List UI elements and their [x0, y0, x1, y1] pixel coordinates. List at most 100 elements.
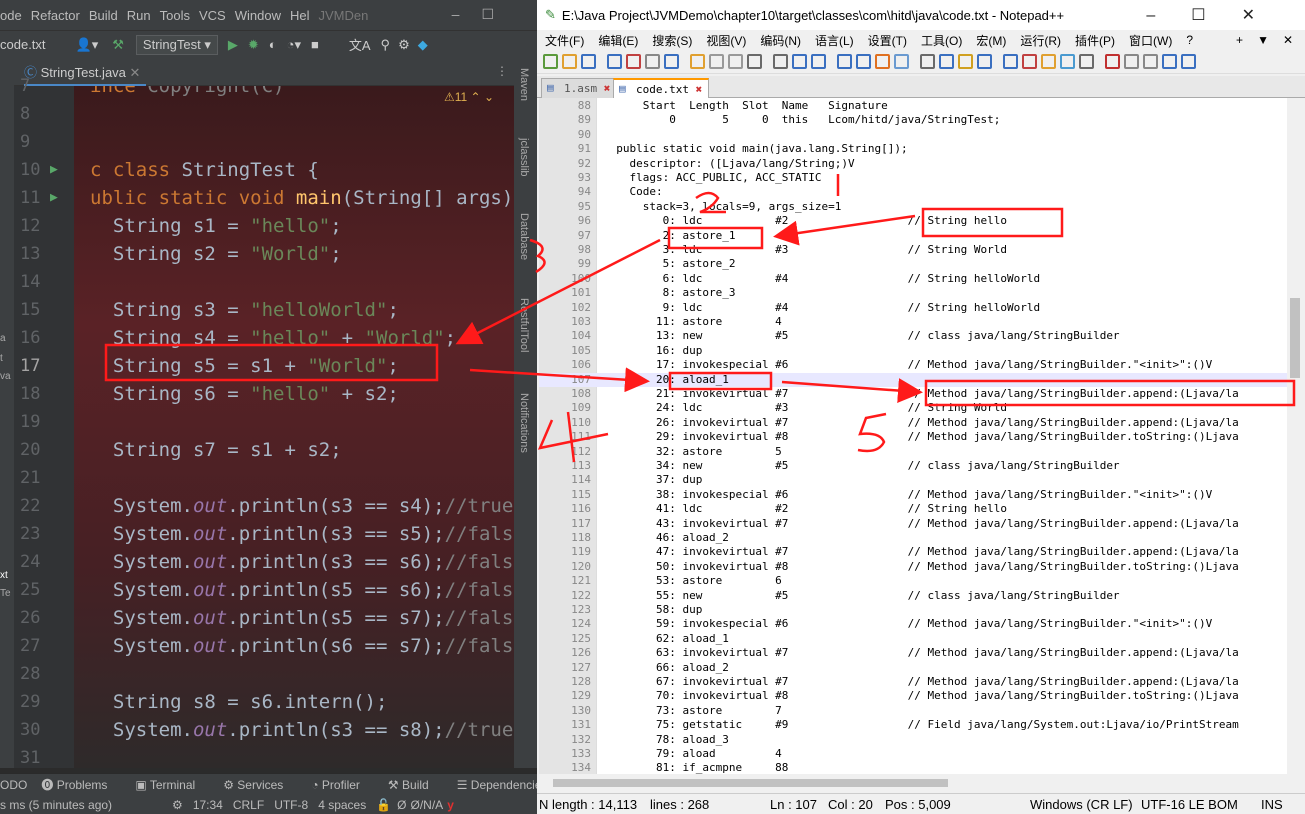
menu-refactor[interactable]: Refactor: [31, 8, 80, 23]
npp-toolbar-button-icon[interactable]: [792, 54, 807, 69]
tab-stringtest[interactable]: Ⓒ StringTest.java ✕: [24, 62, 147, 87]
profiler-tab[interactable]: ◔ Profiler: [311, 778, 374, 792]
npp-toolbar-button-icon[interactable]: [939, 54, 954, 69]
hammer-icon[interactable]: ⚒: [112, 37, 124, 53]
menu-build[interactable]: Build: [89, 8, 118, 23]
jclasslib-panel-tab[interactable]: jclasslib: [518, 138, 530, 177]
menu-vcs[interactable]: VCS: [199, 8, 226, 23]
npp-menu-settings[interactable]: 设置(T): [868, 32, 907, 49]
npp-toolbar-button-icon[interactable]: [856, 54, 871, 69]
npp-menu-search[interactable]: 搜索(S): [652, 32, 692, 49]
npp-toolbar-button-icon[interactable]: [837, 54, 852, 69]
scroll-thumb[interactable]: [553, 779, 948, 787]
profile-icon[interactable]: ◔▾: [287, 37, 301, 53]
indent-setting[interactable]: 4 spaces: [318, 798, 366, 812]
npp-dropdown-icon[interactable]: ▼: [1257, 33, 1269, 47]
dependencies-tab[interactable]: ☰ Dependencies: [457, 778, 537, 792]
npp-toolbar-button-icon[interactable]: [1124, 54, 1139, 69]
npp-toolbar-button-icon[interactable]: [977, 54, 992, 69]
menu-tools[interactable]: Tools: [160, 8, 190, 23]
npp-toolbar-button-icon[interactable]: [1079, 54, 1094, 69]
run-config-select[interactable]: StringTest ▾: [135, 34, 218, 55]
terminal-tab[interactable]: ▣ Terminal: [135, 778, 209, 792]
debug-icon[interactable]: ✹: [248, 37, 259, 53]
npp-toolbar-button-icon[interactable]: [1060, 54, 1075, 69]
npp-add-icon[interactable]: +: [1236, 33, 1243, 47]
jetbrains-icon[interactable]: ◆: [418, 37, 428, 53]
npp-toolbar-button-icon[interactable]: [875, 54, 890, 69]
npp-toolbar-button-icon[interactable]: [958, 54, 973, 69]
scroll-thumb[interactable]: [1290, 298, 1300, 378]
npp-toolbar-button-icon[interactable]: [811, 54, 826, 69]
npp-toolbar-button-icon[interactable]: [543, 54, 558, 69]
npp-toolbar-button-icon[interactable]: [728, 54, 743, 69]
npp-vertical-scrollbar[interactable]: [1287, 98, 1303, 774]
npp-toolbar-button-icon[interactable]: [747, 54, 762, 69]
warning-indicator[interactable]: ⚠11 ⌃ ⌄: [444, 90, 494, 104]
caret-position[interactable]: 17:34: [193, 798, 223, 812]
database-panel-tab[interactable]: Database: [518, 213, 530, 260]
problems-tab[interactable]: ⓿ Problems: [41, 776, 121, 793]
vcs-branch[interactable]: Ø/N/A: [411, 798, 444, 812]
npp-toolbar-button-icon[interactable]: [581, 54, 596, 69]
code-editor[interactable]: ⚠11 ⌃ ⌄ ince Copyright(C) c class StringT…: [74, 86, 514, 768]
npp-toolbar-button-icon[interactable]: [645, 54, 660, 69]
npp-toolbar-button-icon[interactable]: [664, 54, 679, 69]
line-separator[interactable]: CRLF: [233, 798, 264, 812]
npp-menu-tools[interactable]: 工具(O): [921, 32, 962, 49]
npp-toolbar-button-icon[interactable]: [709, 54, 724, 69]
close-icon[interactable]: ✖: [604, 82, 611, 95]
npp-menu-plugins[interactable]: 插件(P): [1075, 32, 1115, 49]
run-gutter-icon[interactable]: ▶: [50, 190, 58, 205]
npp-text-area[interactable]: 88 Start Length Slot Name Signature 89 0 …: [539, 98, 1295, 774]
build-tab[interactable]: ⚒ Build: [388, 778, 443, 792]
services-tab[interactable]: ⚙ Services: [223, 778, 297, 792]
search-icon[interactable]: ⚲: [381, 37, 391, 53]
close-icon[interactable]: ✖: [696, 83, 703, 96]
npp-menu-file[interactable]: 文件(F): [545, 32, 584, 49]
npp-menu-language[interactable]: 语言(L): [815, 32, 854, 49]
npp-toolbar-button-icon[interactable]: [773, 54, 788, 69]
menu-window[interactable]: Window: [235, 8, 281, 23]
eol-format[interactable]: Windows (CR LF): [1030, 797, 1133, 812]
run-gutter-icon[interactable]: ▶: [50, 162, 58, 177]
npp-menu-encoding[interactable]: 编码(N): [760, 32, 801, 49]
file-encoding[interactable]: UTF-8: [274, 798, 308, 812]
npp-window-controls[interactable]: –☐✕: [1146, 5, 1291, 25]
close-icon[interactable]: ✕: [130, 65, 141, 80]
npp-menu-view[interactable]: 视图(V): [706, 32, 746, 49]
npp-menu-run[interactable]: 运行(R): [1020, 32, 1061, 49]
npp-toolbar-button-icon[interactable]: [1022, 54, 1037, 69]
npp-toolbar-button-icon[interactable]: [607, 54, 622, 69]
notifications-panel-tab[interactable]: Notifications: [518, 393, 530, 453]
npp-toolbar-button-icon[interactable]: [920, 54, 935, 69]
menu-code[interactable]: ode: [0, 8, 22, 23]
lock-icon[interactable]: 🔓: [376, 798, 391, 812]
npp-toolbar-button-icon[interactable]: [1041, 54, 1056, 69]
ide-window-controls[interactable]: –☐: [452, 6, 516, 23]
maven-panel-tab[interactable]: Maven: [518, 68, 530, 101]
npp-menu-macro[interactable]: 宏(M): [976, 32, 1006, 49]
restfultool-panel-tab[interactable]: RestfulTool: [518, 298, 530, 352]
npp-toolbar-button-icon[interactable]: [690, 54, 705, 69]
y-icon[interactable]: y: [447, 798, 454, 812]
file-crumb[interactable]: code.txt: [0, 37, 46, 52]
file-encoding[interactable]: UTF-16 LE BOM: [1141, 797, 1238, 812]
stop-icon[interactable]: ■: [311, 37, 319, 52]
npp-toolbar-button-icon[interactable]: [1162, 54, 1177, 69]
vcs-status[interactable]: Ø: [397, 798, 406, 812]
npp-toolbar-button-icon[interactable]: [1143, 54, 1158, 69]
npp-toolbar-button-icon[interactable]: [894, 54, 909, 69]
npp-menu-window[interactable]: 窗口(W): [1129, 32, 1172, 49]
todo-tab[interactable]: ODO: [0, 778, 27, 792]
npp-toolbar-button-icon[interactable]: [626, 54, 641, 69]
npp-horizontal-scrollbar[interactable]: [539, 775, 1295, 791]
npp-menu-edit[interactable]: 编辑(E): [598, 32, 638, 49]
npp-tab-code-txt[interactable]: ▤ code.txt ✖: [613, 78, 710, 98]
insert-mode[interactable]: INS: [1261, 797, 1283, 812]
npp-tab-asm[interactable]: ▤ 1.asm ✖: [541, 78, 618, 98]
npp-close-doc-icon[interactable]: ✕: [1283, 33, 1293, 47]
tabs-menu-icon[interactable]: ⋮: [496, 64, 508, 78]
npp-toolbar-button-icon[interactable]: [1105, 54, 1120, 69]
npp-toolbar-button-icon[interactable]: [1003, 54, 1018, 69]
